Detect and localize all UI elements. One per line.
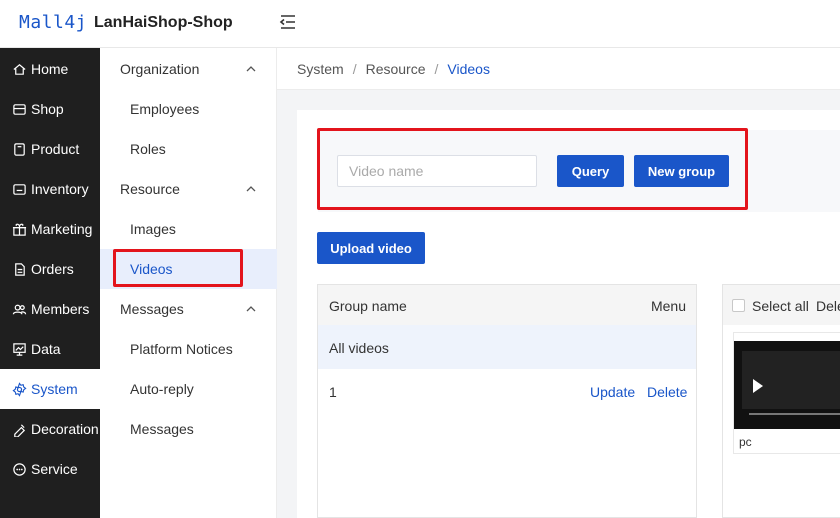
gift-icon: [12, 223, 27, 236]
menu-header: Menu: [650, 298, 686, 314]
sidebar-item-home[interactable]: Home: [0, 49, 100, 89]
sidebar-item-marketing[interactable]: Marketing: [0, 209, 100, 249]
chevron-up-icon: [246, 306, 256, 312]
sidebar-item-decoration[interactable]: Decoration: [0, 409, 100, 449]
sidebar-item-service[interactable]: Service: [0, 449, 100, 489]
breadcrumb-videos: Videos: [447, 60, 490, 77]
top-bar: Mall4j LanHaiShop-Shop: [0, 0, 840, 48]
chat-icon: [13, 462, 26, 476]
breadcrumb: System / Resource / Videos: [277, 48, 840, 90]
sidebar-item-label: Home: [31, 61, 69, 77]
submenu-item-auto-reply[interactable]: Auto-reply: [100, 369, 277, 409]
submenu-item-platform-notices[interactable]: Platform Notices: [100, 329, 277, 369]
chevron-up-icon: [246, 186, 256, 192]
upload-video-button[interactable]: Upload video: [317, 232, 425, 264]
breadcrumb-separator: /: [434, 60, 439, 77]
home-icon: [13, 63, 26, 75]
sidebar-item-label: Members: [31, 301, 90, 317]
sidebar-item-label: Marketing: [31, 221, 93, 237]
menu-collapse-icon[interactable]: [279, 13, 297, 31]
delete-selected-link[interactable]: Dele: [816, 298, 840, 314]
sidebar-item-label: Orders: [31, 261, 74, 277]
sidebar-item-orders[interactable]: Orders: [0, 249, 100, 289]
submenu-group-label: Organization: [120, 61, 200, 77]
group-table-header: Group name Menu: [318, 285, 696, 325]
submenu-group-label: Messages: [120, 301, 184, 317]
submenu-item-images[interactable]: Images: [100, 209, 277, 249]
sidebar-item-label: Product: [31, 141, 80, 157]
sidebar-item-shop[interactable]: Shop: [0, 89, 100, 129]
video-thumbnail[interactable]: [734, 341, 840, 429]
shop-name: LanHaiShop-Shop: [94, 14, 233, 31]
submenu-group-messages[interactable]: Messages: [100, 289, 277, 329]
group-name: All videos: [329, 340, 389, 356]
sidebar-item-product[interactable]: Product: [0, 129, 100, 169]
product-icon: [14, 142, 25, 156]
select-all-label[interactable]: Select all: [752, 298, 809, 314]
inventory-icon: [13, 183, 26, 195]
breadcrumb-resource[interactable]: Resource: [366, 61, 426, 77]
update-link[interactable]: Update: [590, 384, 635, 400]
sidebar-item-inventory[interactable]: Inventory: [0, 169, 100, 209]
shop-icon: [13, 103, 26, 115]
submenu-group-resource[interactable]: Resource: [100, 169, 277, 209]
video-card[interactable]: pc: [733, 332, 840, 454]
breadcrumb-separator: /: [352, 60, 357, 77]
video-name: pc: [739, 435, 752, 449]
submenu-item-employees[interactable]: Employees: [100, 89, 277, 129]
highlight-box-search: [317, 128, 748, 210]
sidebar-item-system[interactable]: System: [0, 369, 100, 409]
group-name-header: Group name: [329, 298, 407, 314]
logo: Mall4j: [19, 12, 88, 33]
video-progress-bar: [749, 413, 840, 415]
chevron-up-icon: [246, 66, 256, 72]
sidebar-item-data[interactable]: Data: [0, 329, 100, 369]
submenu-item-messages[interactable]: Messages: [100, 409, 277, 449]
group-name: 1: [329, 384, 337, 400]
submenu-item-roles[interactable]: Roles: [100, 129, 277, 169]
sidebar-item-members[interactable]: Members: [0, 289, 100, 329]
table-row[interactable]: 1 Update Delete: [318, 369, 696, 413]
submenu-group-label: Resource: [120, 181, 180, 197]
sidebar-item-label: Inventory: [31, 181, 89, 197]
sidebar-item-label: System: [31, 381, 78, 397]
sidebar-item-label: Shop: [31, 101, 64, 117]
gear-icon: [12, 381, 27, 397]
members-icon: [12, 304, 27, 314]
video-panel-header: Select all Dele: [723, 285, 840, 325]
delete-link[interactable]: Delete: [647, 384, 687, 400]
select-all-checkbox[interactable]: [732, 299, 745, 312]
group-row-all-videos[interactable]: All videos: [318, 325, 696, 369]
decoration-icon: [14, 423, 26, 437]
group-panel: Group name Menu All videos 1 Update Dele…: [317, 284, 697, 518]
orders-icon: [15, 262, 25, 276]
breadcrumb-system[interactable]: System: [297, 61, 344, 77]
highlight-box-videos: [113, 249, 243, 287]
sidebar-item-label: Service: [31, 461, 78, 477]
submenu-group-organization[interactable]: Organization: [100, 49, 277, 89]
main-sidebar: Home Shop Product Inventory Marketing Or…: [0, 48, 100, 518]
data-icon: [13, 342, 26, 356]
play-icon[interactable]: [753, 379, 763, 393]
sidebar-item-label: Data: [31, 341, 61, 357]
sidebar-item-label: Decoration: [31, 421, 99, 437]
